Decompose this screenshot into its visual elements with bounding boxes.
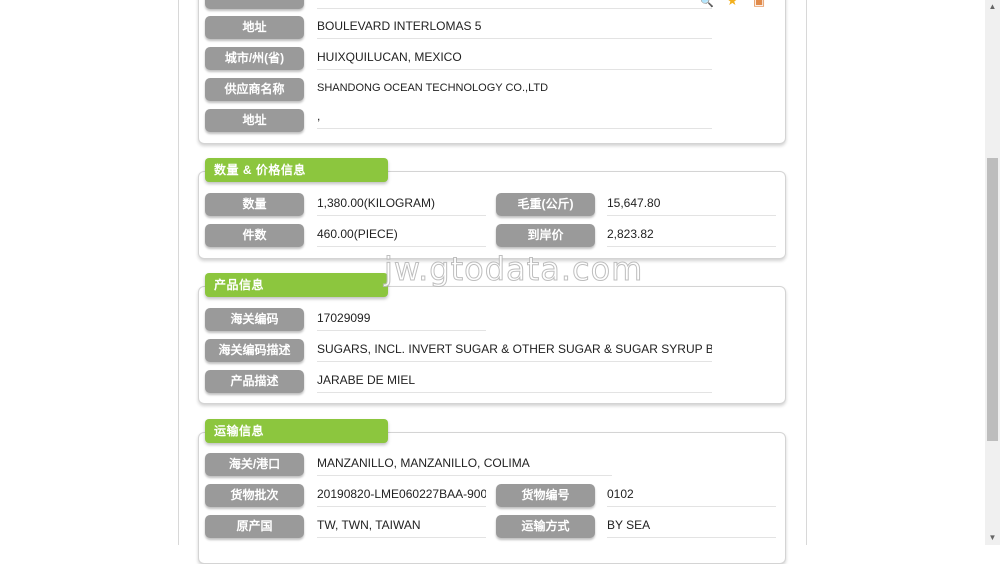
value-origin-country: TW, TWN, TAIWAN: [317, 515, 486, 538]
value-address: BOULEVARD INTERLOMAS 5: [317, 16, 712, 39]
label-supplier-name: 供应商名称: [205, 78, 304, 101]
value-quantity: 1,380.00(KILOGRAM): [317, 193, 486, 216]
search-icon[interactable]: 🔍: [700, 0, 716, 9]
label-city: 城市/州(省): [205, 47, 304, 70]
value-customs-port: MANZANILLO, MANZANILLO, COLIMA: [317, 453, 612, 476]
label-cargo-batch: 货物批次: [205, 484, 304, 507]
value-city: HUIXQUILUCAN, MEXICO: [317, 47, 712, 70]
label-supplier-address: 地址: [205, 109, 304, 132]
label-pill-cutoff: [205, 0, 304, 9]
value-cutoff: [317, 0, 712, 9]
scroll-down-arrow-icon[interactable]: ▼: [985, 531, 1000, 545]
label-cif-price: 到岸价: [496, 224, 595, 247]
label-hs-description: 海关编码描述: [205, 339, 304, 362]
value-transport-mode: BY SEA: [607, 515, 776, 538]
value-cargo-number: 0102: [607, 484, 776, 507]
section-tab-product: 产品信息: [205, 273, 388, 297]
label-gross-weight: 毛重(公斤): [496, 193, 595, 216]
scroll-up-arrow-icon[interactable]: ▲: [985, 0, 1000, 14]
label-pieces: 件数: [205, 224, 304, 247]
value-supplier-address: ,: [317, 106, 712, 129]
value-product-description: JARABE DE MIEL: [317, 370, 712, 393]
label-customs-port: 海关/港口: [205, 453, 304, 476]
value-cargo-batch: 20190820-LME060227BAA-9002: [317, 484, 486, 507]
label-hs-code: 海关编码: [205, 308, 304, 331]
export-icon[interactable]: ▣: [753, 0, 769, 8]
value-gross-weight: 15,647.80: [607, 193, 776, 216]
value-supplier-name[interactable]: SHANDONG OCEAN TECHNOLOGY CO.,LTD: [317, 78, 712, 100]
value-pieces: 460.00(PIECE): [317, 224, 486, 247]
scrollbar-thumb[interactable]: [987, 158, 998, 441]
value-hs-description: SUGARS, INCL. INVERT SUGAR & OTHER SUGAR…: [317, 339, 712, 362]
section-tab-transport: 运输信息: [205, 419, 388, 443]
label-cargo-number: 货物编号: [496, 484, 595, 507]
label-quantity: 数量: [205, 193, 304, 216]
record-actions: 🔍 ★ ▣: [700, 0, 775, 9]
value-cif-price: 2,823.82: [607, 224, 776, 247]
value-hs-code: 17029099: [317, 308, 486, 331]
label-origin-country: 原产国: [205, 515, 304, 538]
label-address: 地址: [205, 16, 304, 39]
label-transport-mode: 运输方式: [496, 515, 595, 538]
star-icon[interactable]: ★: [726, 0, 742, 8]
label-product-description: 产品描述: [205, 370, 304, 393]
vertical-scrollbar[interactable]: ▲ ▼: [985, 0, 1000, 545]
section-tab-quantity-price: 数量 & 价格信息: [205, 158, 388, 182]
